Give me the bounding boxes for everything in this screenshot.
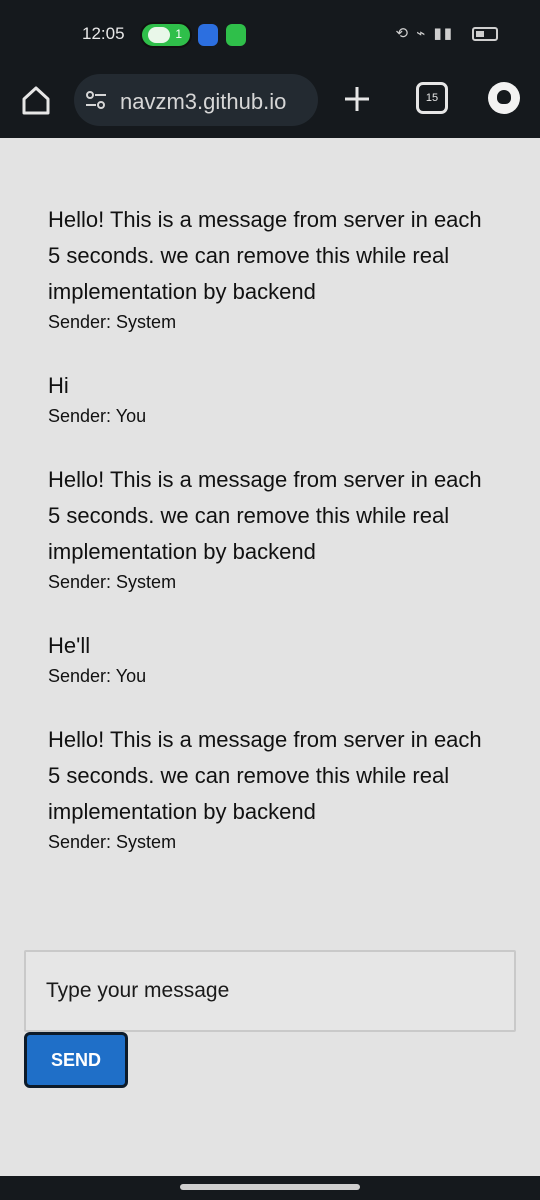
message-sender: Sender: You xyxy=(48,406,147,426)
message-text: Hello! This is a message from server in … xyxy=(48,727,482,824)
home-indicator[interactable] xyxy=(180,1184,360,1190)
send-button[interactable]: SEND xyxy=(24,1032,128,1088)
browser-toolbar: navzm3.github.io 15 xyxy=(0,70,540,138)
home-icon[interactable] xyxy=(18,82,54,118)
gesture-navigation-bar xyxy=(0,1176,540,1200)
call-indicator-icon[interactable]: 1 xyxy=(140,22,192,48)
message-sender: Sender: System xyxy=(48,312,177,332)
message-list: Hello! This is a message from server in … xyxy=(48,202,498,888)
message-input[interactable] xyxy=(26,952,514,1030)
chat-page: Hello! This is a message from server in … xyxy=(0,138,540,1176)
status-time: 12:05 xyxy=(82,24,125,43)
message-item: He'll Sender: You xyxy=(48,628,498,688)
message-sender: Sender: System xyxy=(48,572,177,592)
profile-icon[interactable] xyxy=(488,82,520,114)
message-item: Hello! This is a message from server in … xyxy=(48,202,498,334)
message-item: Hi Sender: You xyxy=(48,368,498,428)
message-text: He'll xyxy=(48,633,91,658)
plus-icon[interactable] xyxy=(340,82,374,116)
message-text: Hello! This is a message from server in … xyxy=(48,467,482,564)
tabs-count: 15 xyxy=(425,92,439,104)
message-text: Hello! This is a message from server in … xyxy=(48,207,482,304)
message-sender: Sender: System xyxy=(48,832,177,852)
notification-badge: 1 xyxy=(175,27,182,41)
address-bar[interactable]: navzm3.github.io xyxy=(74,74,318,126)
message-input-container xyxy=(24,950,516,1032)
app-notification-icon-2 xyxy=(226,24,246,46)
message-sender: Sender: You xyxy=(48,666,147,686)
message-item: Hello! This is a message from server in … xyxy=(48,722,498,854)
message-item: Hello! This is a message from server in … xyxy=(48,462,498,594)
site-settings-icon[interactable] xyxy=(84,90,108,110)
url-text: navzm3.github.io xyxy=(120,89,287,114)
battery-icon xyxy=(472,27,498,41)
tabs-icon[interactable]: 15 xyxy=(416,82,448,114)
status-bar: 12:05 1 ⟲ ⌁ ▮▮ xyxy=(0,0,540,70)
message-text: Hi xyxy=(48,373,69,398)
signal-wifi-icons: ⟲ ⌁ ▮▮ xyxy=(395,25,454,42)
app-notification-icon xyxy=(198,24,218,46)
